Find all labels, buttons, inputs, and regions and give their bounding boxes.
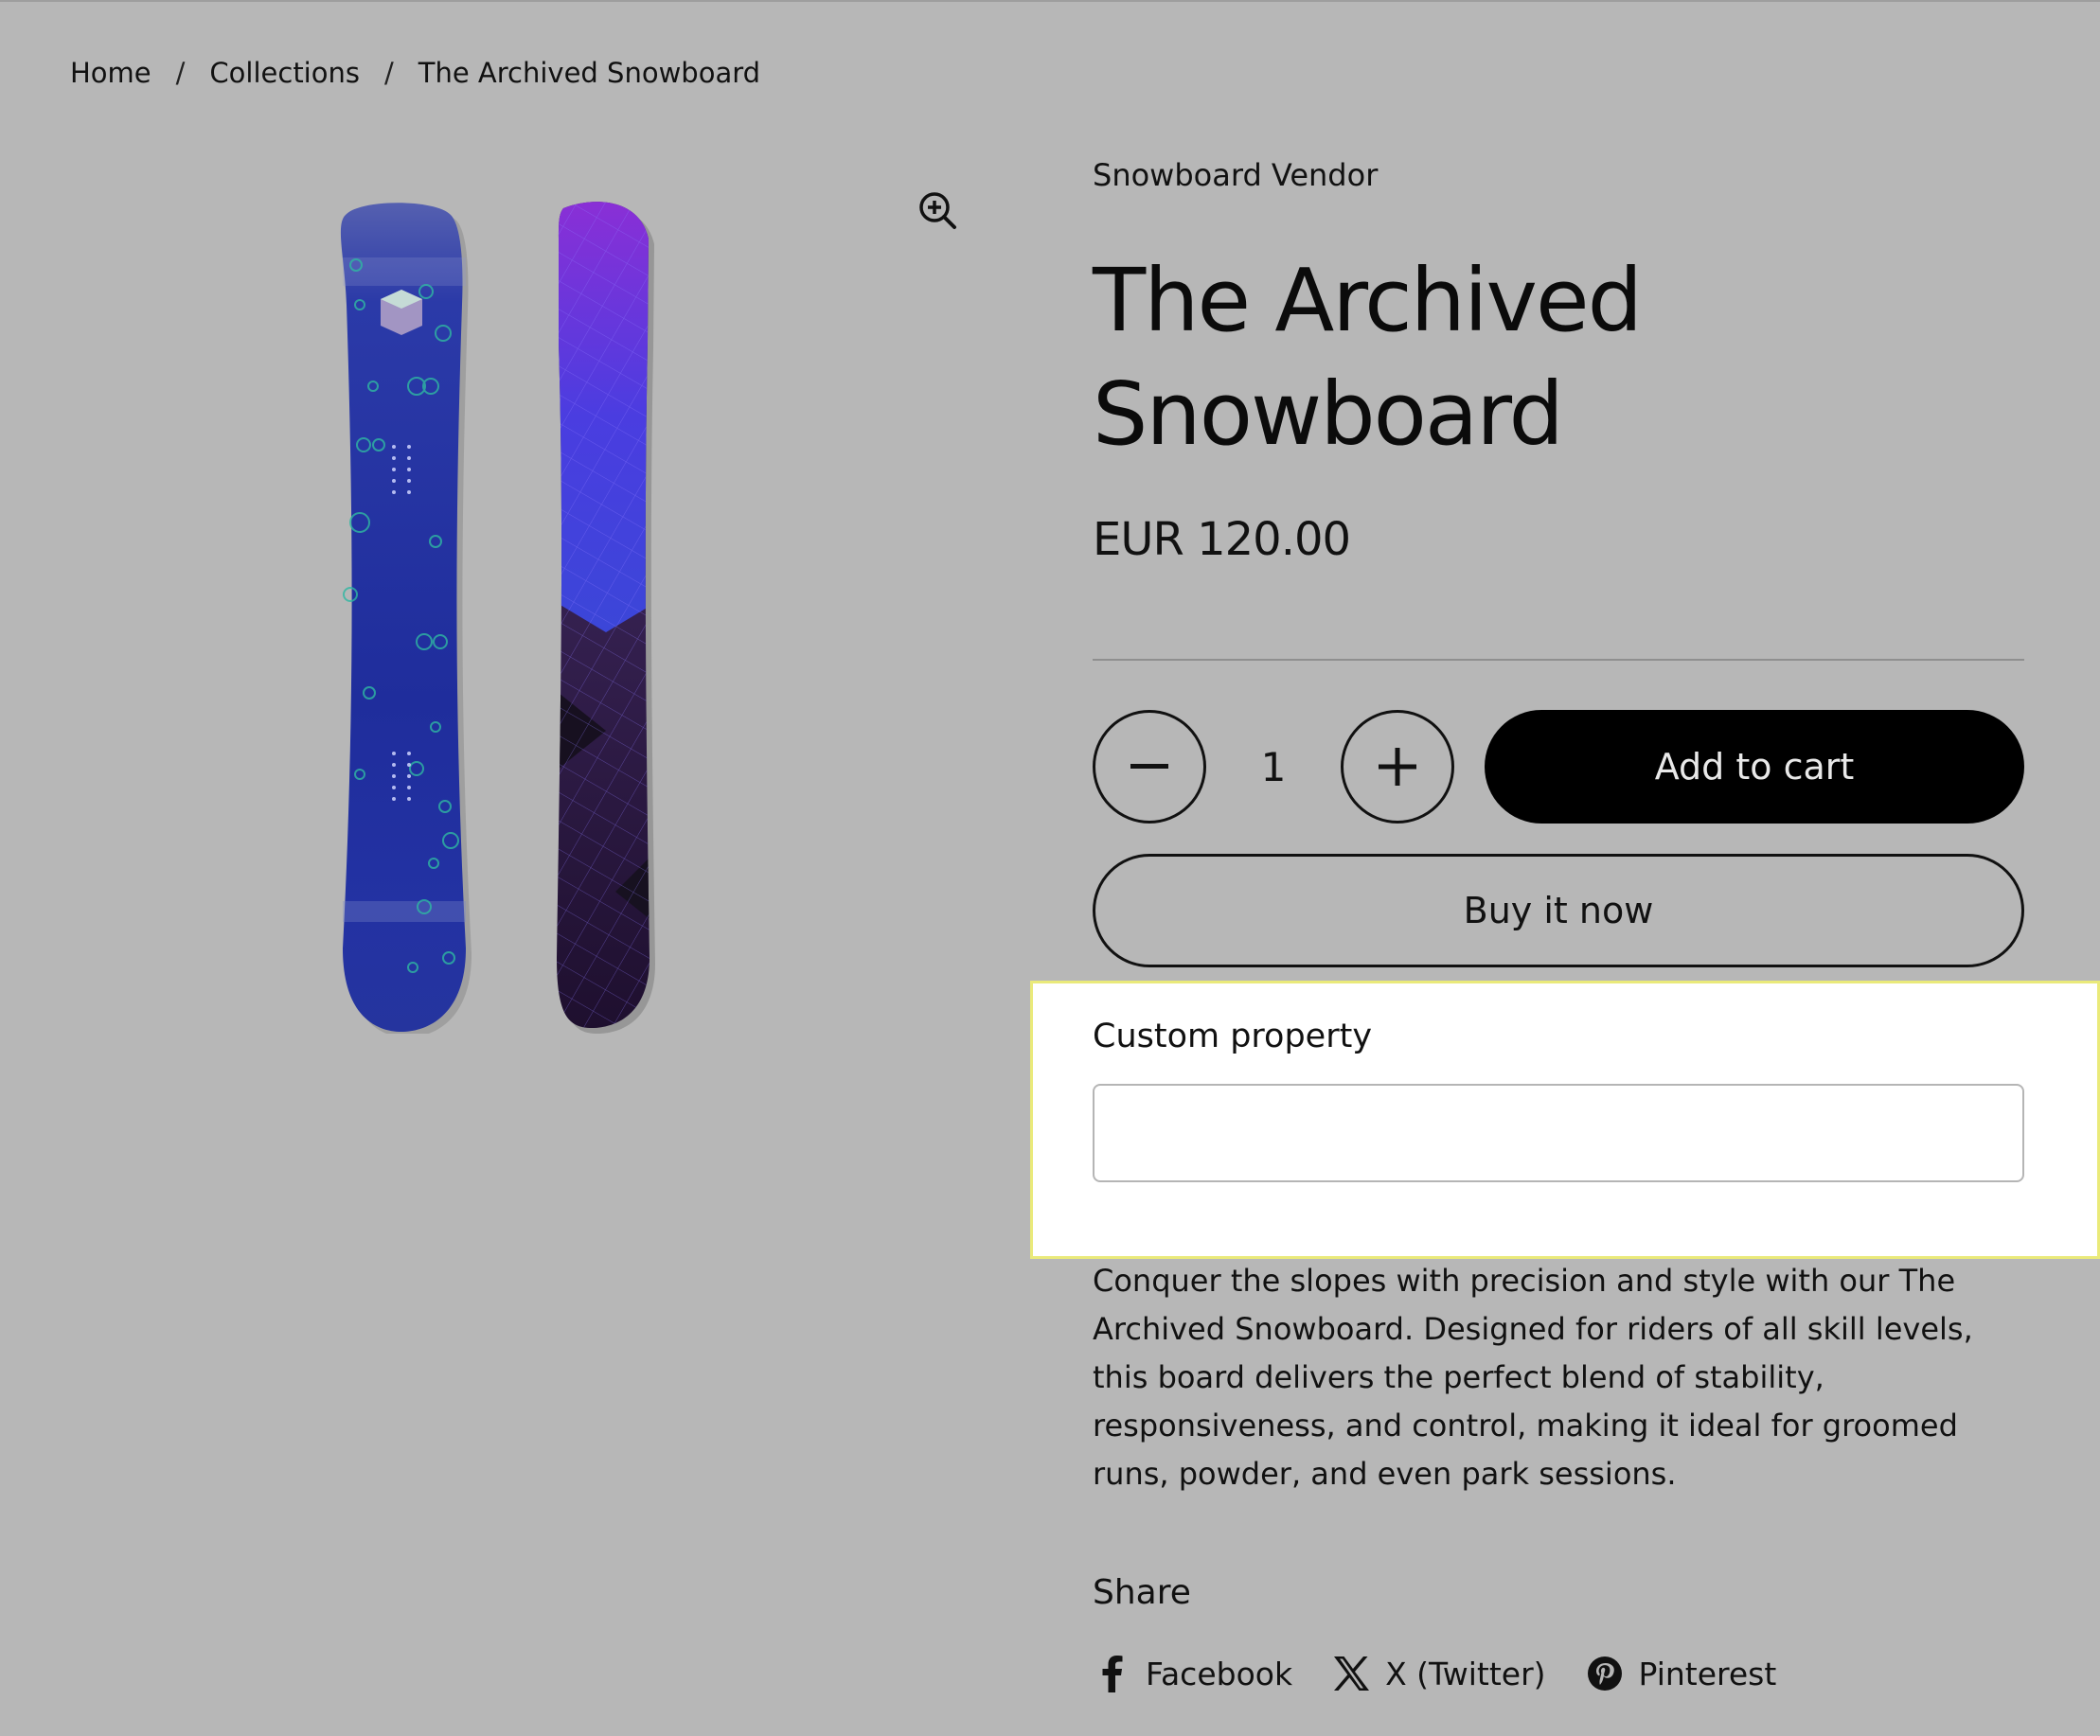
buy-it-now-button[interactable]: Buy it now <box>1093 854 2024 967</box>
quantity-input[interactable] <box>1216 738 1331 795</box>
share-x-twitter-label: X (Twitter) <box>1385 1655 1546 1692</box>
zoom-button[interactable] <box>915 187 960 233</box>
share-links: Facebook X (Twitter) Pinterest <box>1093 1647 1816 1700</box>
share-pinterest-label: Pinterest <box>1638 1655 1777 1692</box>
share-x-twitter-link[interactable]: X (Twitter) <box>1332 1655 1546 1692</box>
minus-icon <box>1130 764 1168 769</box>
add-to-cart-button[interactable]: Add to cart <box>1485 710 2024 824</box>
top-border <box>0 0 2100 2</box>
zoom-in-icon <box>919 192 956 229</box>
custom-property-label: Custom property <box>1093 1018 1373 1055</box>
breadcrumb: Home / Collections / The Archived Snowbo… <box>70 57 760 89</box>
pinterest-icon <box>1586 1655 1624 1692</box>
product-vendor: Snowboard Vendor <box>1093 157 1379 193</box>
increase-quantity-button[interactable] <box>1341 710 1454 824</box>
share-heading: Share <box>1093 1573 1191 1612</box>
product-description: Conquer the slopes with precision and st… <box>1093 1263 1973 1492</box>
share-facebook-link[interactable]: Facebook <box>1093 1655 1292 1692</box>
breadcrumb-current: The Archived Snowboard <box>418 57 761 89</box>
breadcrumb-separator: / <box>175 57 186 89</box>
quantity-row: Add to cart <box>1093 710 2024 824</box>
divider <box>1093 659 2024 661</box>
breadcrumb-separator: / <box>383 57 394 89</box>
share-pinterest-link[interactable]: Pinterest <box>1586 1655 1777 1692</box>
breadcrumb-home[interactable]: Home <box>70 57 151 89</box>
decrease-quantity-button[interactable] <box>1093 710 1206 824</box>
custom-property-input[interactable] <box>1093 1084 2024 1182</box>
facebook-icon <box>1093 1655 1130 1692</box>
custom-property-panel: Custom property <box>1030 981 2100 1259</box>
x-twitter-icon <box>1332 1655 1370 1692</box>
product-price: EUR 120.00 <box>1093 513 1351 566</box>
snowboards-image <box>340 202 655 1037</box>
product-title: The Archived Snowboard <box>1093 250 1643 465</box>
share-facebook-label: Facebook <box>1146 1655 1293 1692</box>
plus-icon <box>1379 748 1416 786</box>
breadcrumb-collections[interactable]: Collections <box>209 57 360 89</box>
product-image[interactable] <box>322 201 748 1037</box>
